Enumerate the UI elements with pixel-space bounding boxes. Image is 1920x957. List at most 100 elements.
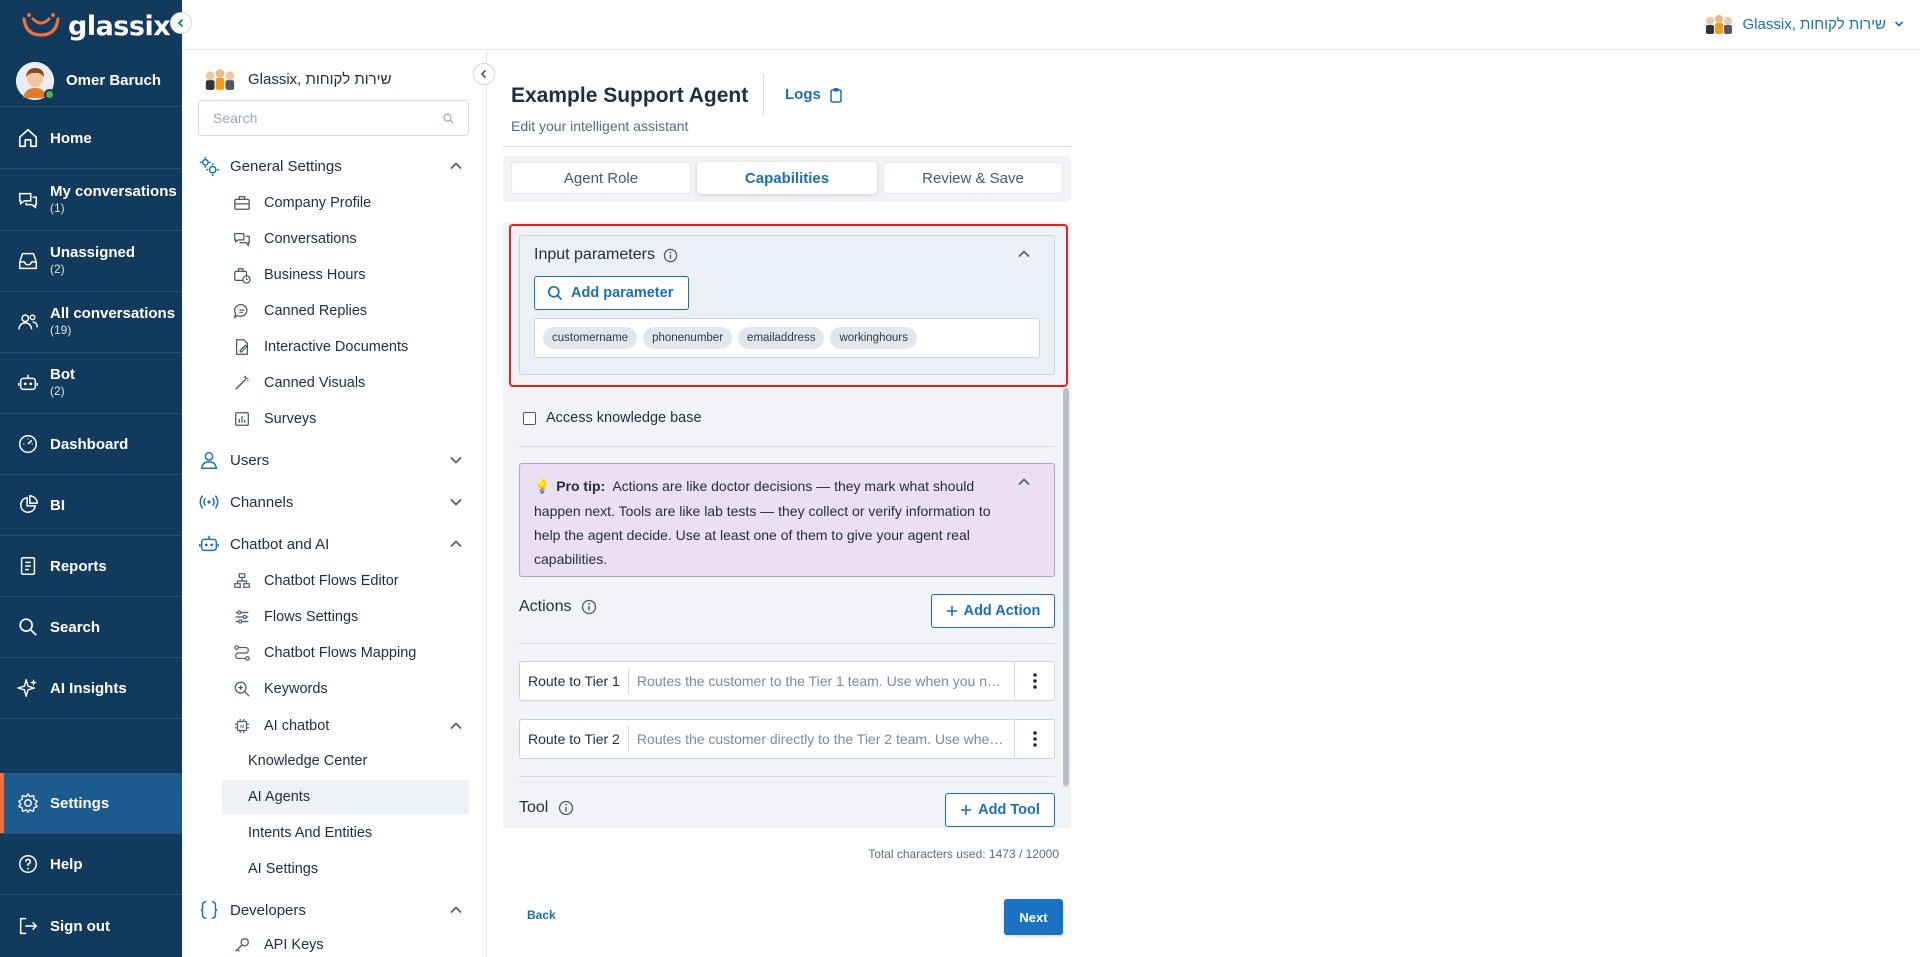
nav-label: Bot bbox=[50, 366, 75, 383]
tab-review-save[interactable]: Review & Save bbox=[883, 162, 1063, 194]
parameter-chip[interactable]: customername bbox=[543, 327, 638, 349]
nav-item-unassigned[interactable]: Unassigned (2) bbox=[0, 231, 182, 292]
scrollbar-thumb[interactable] bbox=[1063, 388, 1069, 786]
gauge-icon bbox=[16, 432, 40, 456]
checkbox[interactable] bbox=[523, 411, 536, 425]
robot-icon bbox=[16, 371, 40, 395]
company-switcher[interactable]: Glassix, שירות לקוחות bbox=[1703, 13, 1904, 35]
nav-item-settings[interactable]: Settings bbox=[0, 773, 182, 834]
section-users[interactable]: Users bbox=[198, 444, 469, 476]
add-tool-button[interactable]: Add Tool bbox=[945, 793, 1055, 827]
user-profile[interactable]: Omer Baruch bbox=[0, 55, 182, 107]
settings-item-surveys[interactable]: Surveys bbox=[232, 404, 469, 434]
section-channels[interactable]: Channels bbox=[198, 486, 469, 518]
input-parameters-header: Input parameters bbox=[534, 246, 678, 264]
action-description: Routes the customer directly to the Tier… bbox=[636, 731, 1014, 747]
plus-icon bbox=[961, 805, 972, 815]
chevron-up-icon bbox=[450, 722, 462, 730]
tab-agent-role[interactable]: Agent Role bbox=[511, 162, 691, 194]
access-knowledge-base-checkbox[interactable]: Access knowledge base bbox=[523, 410, 702, 426]
settings-item-label: AI Settings bbox=[248, 861, 319, 877]
action-row[interactable]: Route to Tier 1 Routes the customer to t… bbox=[519, 661, 1055, 701]
nav-item-help[interactable]: Help bbox=[0, 834, 182, 895]
settings-item-label: Interactive Documents bbox=[264, 339, 409, 355]
nav-item-search[interactable]: Search bbox=[0, 597, 182, 658]
section-general-settings[interactable]: General Settings bbox=[198, 150, 469, 182]
settings-search[interactable] bbox=[198, 100, 469, 136]
divider bbox=[519, 776, 1055, 777]
document-edit-icon bbox=[232, 337, 252, 357]
user-icon bbox=[198, 449, 220, 471]
pie-chart-icon bbox=[16, 493, 40, 517]
nav-item-reports[interactable]: Reports bbox=[0, 536, 182, 597]
parameter-chip[interactable]: emailaddress bbox=[738, 327, 825, 349]
settings-item-label: Surveys bbox=[264, 411, 317, 427]
chat-bubbles-icon bbox=[16, 188, 40, 212]
settings-item-conversations[interactable]: Conversations bbox=[232, 224, 469, 254]
page-title: Example Support Agent bbox=[511, 84, 749, 107]
nav-item-home[interactable]: Home bbox=[0, 108, 182, 169]
logs-link[interactable]: Logs bbox=[785, 86, 843, 103]
nav-item-all-conversations[interactable]: All conversations (19) bbox=[0, 292, 182, 353]
settings-group-ai-chatbot[interactable]: AI AI chatbot bbox=[232, 711, 469, 741]
search-input[interactable] bbox=[213, 110, 433, 126]
settings-item-canned-replies[interactable]: Canned Replies bbox=[232, 296, 469, 326]
section-developers[interactable]: Developers bbox=[198, 894, 469, 926]
parameter-chip[interactable]: workinghours bbox=[830, 327, 917, 349]
braces-icon bbox=[198, 899, 220, 921]
gears-icon bbox=[198, 155, 220, 177]
chevron-left-icon bbox=[177, 18, 184, 28]
parameter-chip[interactable]: phonenumber bbox=[643, 327, 733, 349]
collapse-nav-button[interactable] bbox=[170, 12, 192, 34]
section-label: Users bbox=[230, 451, 270, 469]
settings-item-keywords[interactable]: Keywords bbox=[232, 674, 469, 704]
action-menu-button[interactable] bbox=[1014, 719, 1054, 759]
info-icon[interactable] bbox=[558, 800, 574, 816]
collapse-sidebar-button[interactable] bbox=[473, 63, 495, 85]
settings-item-chatbot-flows-editor[interactable]: Chatbot Flows Editor bbox=[232, 566, 469, 596]
info-icon[interactable] bbox=[663, 248, 678, 263]
section-chatbot-ai[interactable]: Chatbot and AI bbox=[198, 528, 469, 560]
tool-title: Tool bbox=[519, 799, 549, 816]
settings-item-knowledge-center[interactable]: Knowledge Center bbox=[222, 744, 469, 778]
sliders-icon bbox=[232, 607, 252, 627]
settings-item-label: Flows Settings bbox=[264, 609, 359, 625]
info-icon[interactable] bbox=[581, 599, 597, 615]
back-button[interactable]: Back bbox=[527, 908, 556, 922]
add-action-button[interactable]: Add Action bbox=[931, 594, 1055, 628]
nav-item-my-conversations[interactable]: My conversations (1) bbox=[0, 170, 182, 231]
divider bbox=[519, 446, 1055, 447]
nav-label: Search bbox=[50, 618, 101, 636]
nav-item-bi[interactable]: BI bbox=[0, 475, 182, 536]
add-parameter-button[interactable]: Add parameter bbox=[534, 276, 689, 310]
nav-item-ai-insights[interactable]: AI Insights bbox=[0, 658, 182, 719]
action-row[interactable]: Route to Tier 2 Routes the customer dire… bbox=[519, 719, 1055, 759]
glassix-logo[interactable]: glassix bbox=[20, 6, 171, 46]
title-divider bbox=[763, 74, 764, 116]
settings-item-flows-settings[interactable]: Flows Settings bbox=[232, 602, 469, 632]
briefcase-icon bbox=[232, 193, 252, 213]
settings-item-ai-settings[interactable]: AI Settings bbox=[222, 852, 469, 886]
collapse-input-parameters-button[interactable] bbox=[1017, 247, 1031, 261]
user-name: Omer Baruch bbox=[66, 72, 162, 89]
settings-item-canned-visuals[interactable]: Canned Visuals bbox=[232, 368, 469, 398]
settings-item-intents-entities[interactable]: Intents And Entities bbox=[222, 816, 469, 850]
settings-item-chatbot-flows-mapping[interactable]: Chatbot Flows Mapping bbox=[232, 638, 469, 668]
svg-text:AI: AI bbox=[240, 724, 245, 729]
settings-item-interactive-documents[interactable]: Interactive Documents bbox=[232, 332, 469, 362]
chevron-up-icon bbox=[450, 540, 462, 548]
settings-item-ai-agents[interactable]: AI Agents bbox=[222, 780, 469, 814]
parameter-chips[interactable]: customername phonenumber emailaddress wo… bbox=[534, 318, 1040, 358]
settings-item-api-keys[interactable]: API Keys bbox=[232, 930, 469, 957]
settings-item-business-hours[interactable]: Business Hours bbox=[232, 260, 469, 290]
settings-item-label: Knowledge Center bbox=[248, 753, 368, 769]
tab-capabilities[interactable]: Capabilities bbox=[697, 162, 877, 194]
collapse-pro-tip-button[interactable] bbox=[1017, 475, 1031, 489]
next-button[interactable]: Next bbox=[1004, 899, 1063, 935]
nav-label: Settings bbox=[50, 794, 110, 812]
nav-item-dashboard[interactable]: Dashboard bbox=[0, 414, 182, 475]
nav-item-bot[interactable]: Bot (2) bbox=[0, 353, 182, 414]
settings-item-company-profile[interactable]: Company Profile bbox=[232, 188, 469, 218]
action-menu-button[interactable] bbox=[1014, 661, 1054, 701]
nav-item-sign-out[interactable]: Sign out bbox=[0, 895, 182, 957]
